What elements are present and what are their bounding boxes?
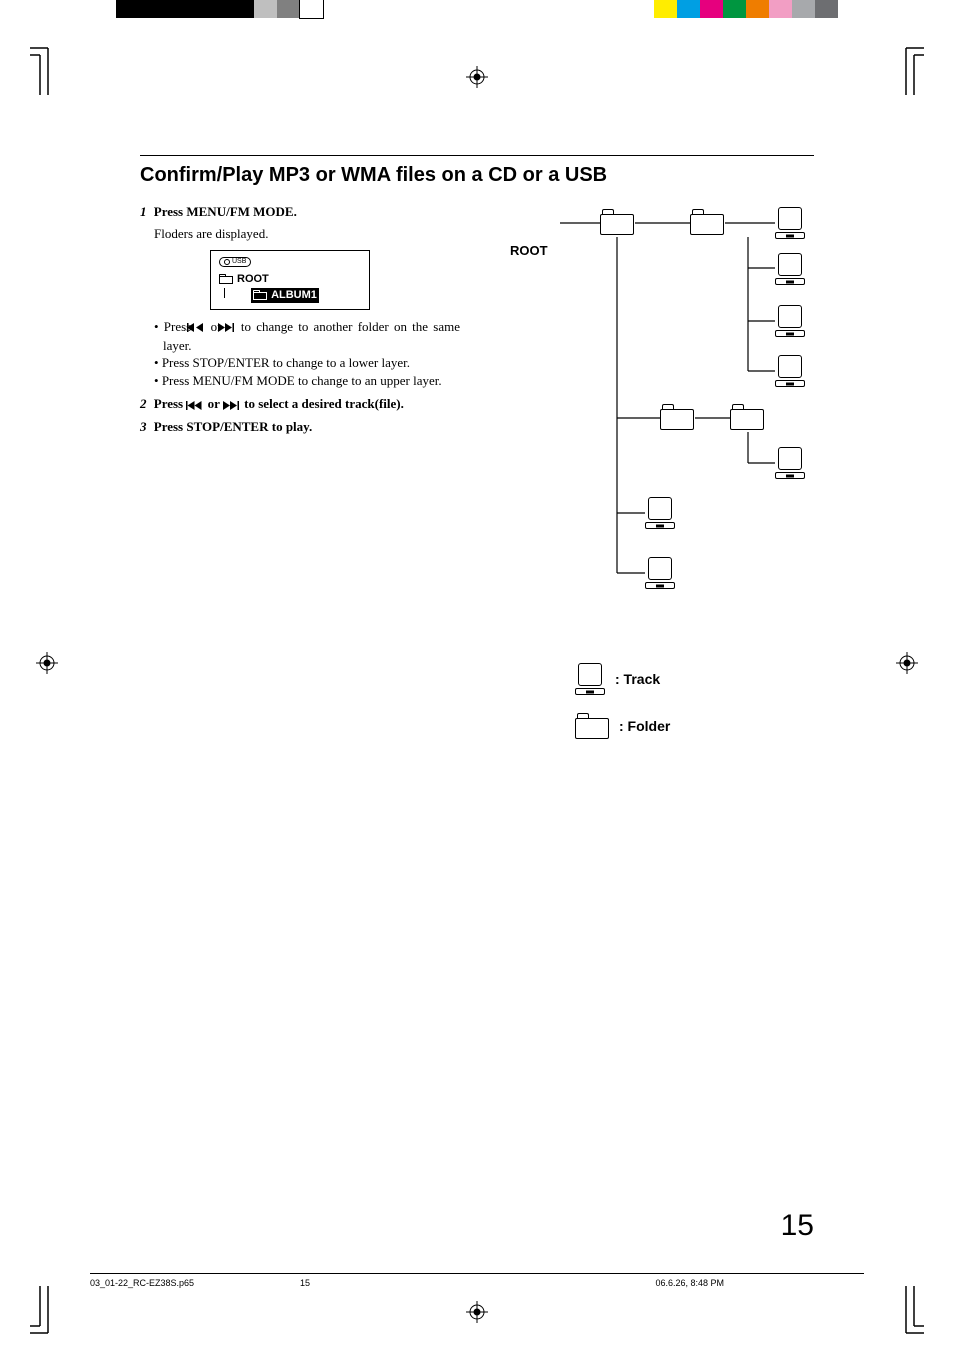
colorbar-left [116, 0, 323, 18]
bullet: Press STOP/ENTER to change to a lower la… [154, 354, 460, 372]
folder-icon [600, 209, 634, 235]
legend: : Track : Folder [575, 663, 670, 757]
section-rule [140, 155, 814, 156]
track-icon [775, 207, 805, 239]
folder-icon [253, 290, 267, 300]
step-number: 1 [140, 204, 147, 219]
registration-mark-top [466, 66, 488, 88]
bullet-list: Press or to change to another folder on … [154, 318, 460, 389]
crop-marks [854, 1281, 924, 1341]
footer: 03_01-22_RC-EZ38S.p65 15 06.6.26, 8:48 P… [90, 1273, 864, 1291]
track-icon [775, 305, 805, 337]
next-track-icon [227, 319, 236, 337]
folder-icon [575, 713, 609, 739]
prev-track-icon [186, 397, 204, 415]
colorbar-right [654, 0, 838, 18]
step-text: Press STOP/ENTER to play. [154, 419, 312, 434]
folder-icon [730, 404, 764, 430]
folder-icon [690, 209, 724, 235]
next-track-icon [223, 397, 241, 415]
footer-file: 03_01-22_RC-EZ38S.p65 [90, 1278, 300, 1291]
section-title: Confirm/Play MP3 or WMA files on a CD or… [140, 164, 814, 187]
track-icon [775, 355, 805, 387]
footer-date: 06.6.26, 8:48 PM [655, 1278, 724, 1291]
bullet: Press MENU/FM MODE to change to an upper… [154, 372, 460, 390]
tree-diagram: ROOT [500, 203, 814, 823]
usb-badge: USB [219, 257, 251, 267]
registration-mark-bottom [466, 1301, 488, 1323]
lcd-root: ROOT [237, 272, 269, 287]
page-number: 15 [781, 1209, 814, 1243]
step-number: 2 [140, 396, 147, 411]
bullet: Press or to change to another folder on … [154, 318, 460, 354]
step-number: 3 [140, 419, 147, 434]
registration-mark-left [36, 652, 58, 674]
footer-page: 15 [300, 1278, 560, 1291]
registration-mark-right [896, 652, 918, 674]
folder-icon [219, 274, 233, 284]
lcd-display: USB ROOT ALBUM1 [210, 250, 370, 310]
crop-marks [854, 40, 924, 100]
crop-marks [30, 40, 100, 100]
step-text: Press MENU/FM MODE. [154, 204, 297, 219]
track-icon [645, 497, 675, 529]
step-subtext: Floders are displayed. [154, 225, 460, 243]
track-icon [575, 663, 605, 695]
track-icon [645, 557, 675, 589]
lcd-album: ALBUM1 [271, 288, 317, 303]
instructions-column: 1 Press MENU/FM MODE. Floders are displa… [140, 203, 460, 823]
legend-track-label: : Track [615, 671, 660, 687]
legend-folder-label: : Folder [619, 718, 670, 734]
track-icon [775, 447, 805, 479]
folder-icon [660, 404, 694, 430]
track-icon [775, 253, 805, 285]
step-text: Press or to select a desired track(file)… [154, 396, 404, 411]
